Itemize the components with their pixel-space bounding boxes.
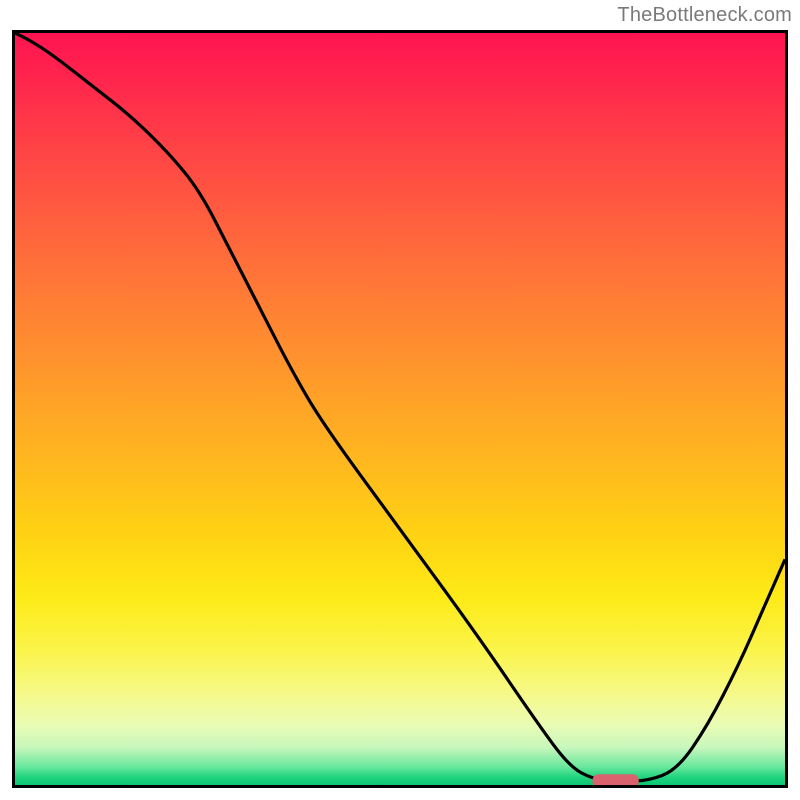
chart-svg — [15, 33, 785, 785]
bottleneck-curve — [15, 33, 785, 781]
chart-box — [12, 30, 788, 788]
attribution-text: TheBottleneck.com — [617, 4, 792, 27]
optimum-marker — [593, 774, 639, 785]
